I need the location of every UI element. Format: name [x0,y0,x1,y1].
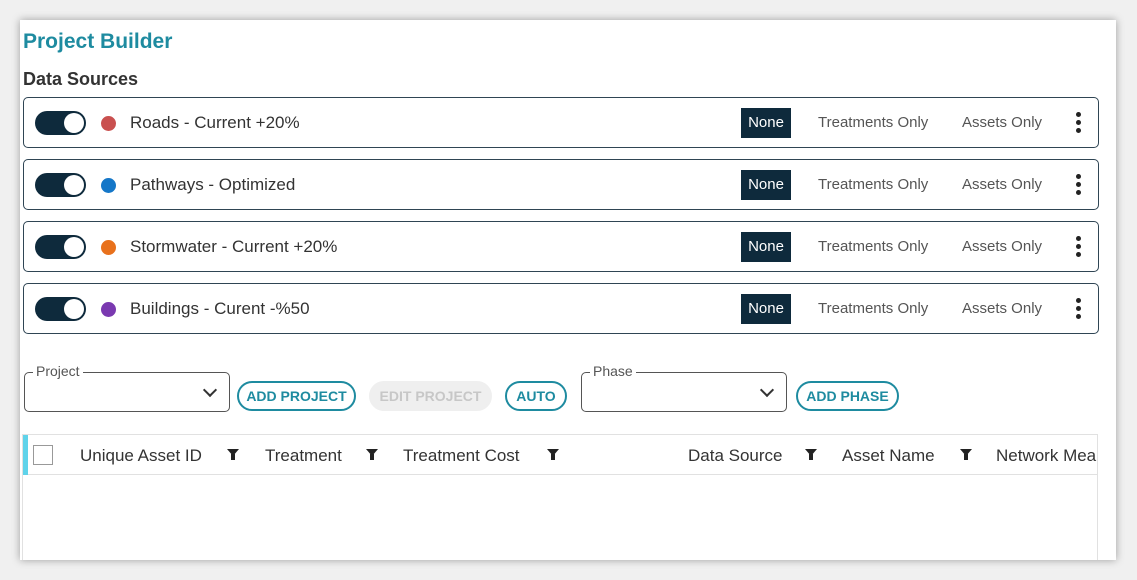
project-select-label: Project [33,363,83,379]
data-source-label: Stormwater - Current +20% [130,237,338,256]
phase-select[interactable]: Phase [581,363,787,412]
option-treatments-only-button[interactable]: Treatments Only [818,238,928,255]
option-none-button[interactable]: None [741,108,791,138]
data-source-toggle[interactable] [35,173,86,197]
option-treatments-only-button[interactable]: Treatments Only [818,176,928,193]
add-project-button[interactable]: ADD PROJECT [237,381,356,411]
add-phase-button[interactable]: ADD PHASE [796,381,899,411]
more-vertical-icon[interactable] [1072,297,1084,321]
filter-icon[interactable] [960,449,972,461]
option-assets-only-button[interactable]: Assets Only [962,114,1042,131]
assets-grid: Unique Asset ID Treatment Treatment Cost… [22,434,1098,560]
more-vertical-icon[interactable] [1072,235,1084,259]
toggle-knob [64,113,84,133]
filter-icon[interactable] [366,449,378,461]
data-source-label: Buildings - Curent -%50 [130,299,310,318]
data-source-toggle[interactable] [35,235,86,259]
data-source-row: Roads - Current +20% None Treatments Onl… [23,97,1099,148]
project-builder-panel: Project Builder Data Sources Roads - Cur… [20,20,1116,560]
option-none-button[interactable]: None [741,294,791,324]
toggle-knob [64,175,84,195]
color-dot-icon [101,302,116,317]
edit-project-button[interactable]: EDIT PROJECT [369,381,492,411]
data-source-toggle[interactable] [35,111,86,135]
data-source-row: Stormwater - Current +20% None Treatment… [23,221,1099,272]
column-header-treatment[interactable]: Treatment [265,446,342,466]
data-source-toggle[interactable] [35,297,86,321]
project-select[interactable]: Project [24,363,230,412]
color-dot-icon [101,116,116,131]
filter-icon[interactable] [547,449,559,461]
option-assets-only-button[interactable]: Assets Only [962,176,1042,193]
toggle-knob [64,237,84,257]
column-header-unique-asset-id[interactable]: Unique Asset ID [80,446,202,466]
data-source-label: Roads - Current +20% [130,113,300,132]
color-dot-icon [101,240,116,255]
select-all-checkbox[interactable] [33,445,53,465]
option-none-button[interactable]: None [741,232,791,262]
option-treatments-only-button[interactable]: Treatments Only [818,114,928,131]
data-source-row: Buildings - Curent -%50 None Treatments … [23,283,1099,334]
color-dot-icon [101,178,116,193]
data-source-row: Pathways - Optimized None Treatments Onl… [23,159,1099,210]
page-title: Project Builder [23,30,173,53]
data-sources-heading: Data Sources [23,69,139,89]
more-vertical-icon[interactable] [1072,111,1084,135]
filter-icon[interactable] [227,449,239,461]
grid-header: Unique Asset ID Treatment Treatment Cost… [23,435,1097,475]
option-assets-only-button[interactable]: Assets Only [962,238,1042,255]
toggle-knob [64,299,84,319]
column-header-asset-name[interactable]: Asset Name [842,446,935,466]
option-none-button[interactable]: None [741,170,791,200]
option-assets-only-button[interactable]: Assets Only [962,300,1042,317]
option-treatments-only-button[interactable]: Treatments Only [818,300,928,317]
column-header-treatment-cost[interactable]: Treatment Cost [403,446,520,466]
data-source-label: Pathways - Optimized [130,175,296,194]
header-accent-bar [23,435,28,475]
phase-select-label: Phase [590,363,636,379]
chevron-down-icon [202,382,218,398]
column-header-data-source[interactable]: Data Source [688,446,783,466]
filter-icon[interactable] [805,449,817,461]
chevron-down-icon [759,382,775,398]
more-vertical-icon[interactable] [1072,173,1084,197]
auto-button[interactable]: AUTO [505,381,567,411]
column-header-network-measure[interactable]: Network Mea [996,446,1096,466]
